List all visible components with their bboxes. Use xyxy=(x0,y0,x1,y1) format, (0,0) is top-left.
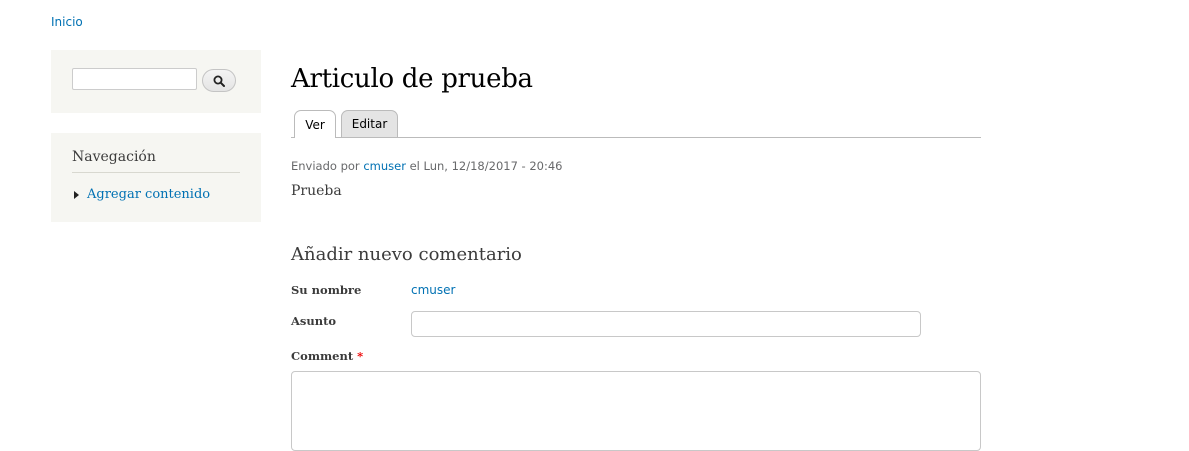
nav-item-agregar-contenido[interactable]: Agregar contenido xyxy=(72,187,210,202)
subject-label: Asunto xyxy=(291,314,337,328)
search-block xyxy=(51,50,261,113)
subject-input[interactable] xyxy=(411,311,921,337)
search-input[interactable] xyxy=(72,68,197,90)
tabs-divider xyxy=(291,137,981,138)
submitted-prefix: Enviado por xyxy=(291,159,360,173)
name-value-link[interactable]: cmuser xyxy=(411,283,455,297)
comment-form-title: Añadir nuevo comentario xyxy=(291,244,522,265)
comment-label-text: Comment xyxy=(291,349,354,363)
comment-label: Comment * xyxy=(291,349,363,363)
tab-ver[interactable]: Ver xyxy=(294,110,336,138)
navigation-divider xyxy=(72,172,240,173)
required-marker: * xyxy=(357,349,364,363)
tab-editar[interactable]: Editar xyxy=(341,110,398,137)
article-body: Prueba xyxy=(291,183,342,199)
navigation-title: Navegación xyxy=(72,149,156,165)
name-label: Su nombre xyxy=(291,283,362,297)
author-link[interactable]: cmuser xyxy=(363,159,406,173)
comment-textarea[interactable] xyxy=(291,371,981,451)
nav-item-label[interactable]: Agregar contenido xyxy=(87,187,210,202)
search-button[interactable] xyxy=(202,69,236,92)
submitted-date: el Lun, 12/18/2017 - 20:46 xyxy=(409,159,563,173)
navigation-block: Navegación Agregar contenido xyxy=(51,133,261,222)
breadcrumb-home-link[interactable]: Inicio xyxy=(51,15,83,29)
page-title: Articulo de prueba xyxy=(291,64,533,94)
search-icon xyxy=(213,75,225,87)
submitted-info: Enviado por cmuser el Lun, 12/18/2017 - … xyxy=(291,159,563,173)
bullet-arrow-icon xyxy=(74,190,79,199)
